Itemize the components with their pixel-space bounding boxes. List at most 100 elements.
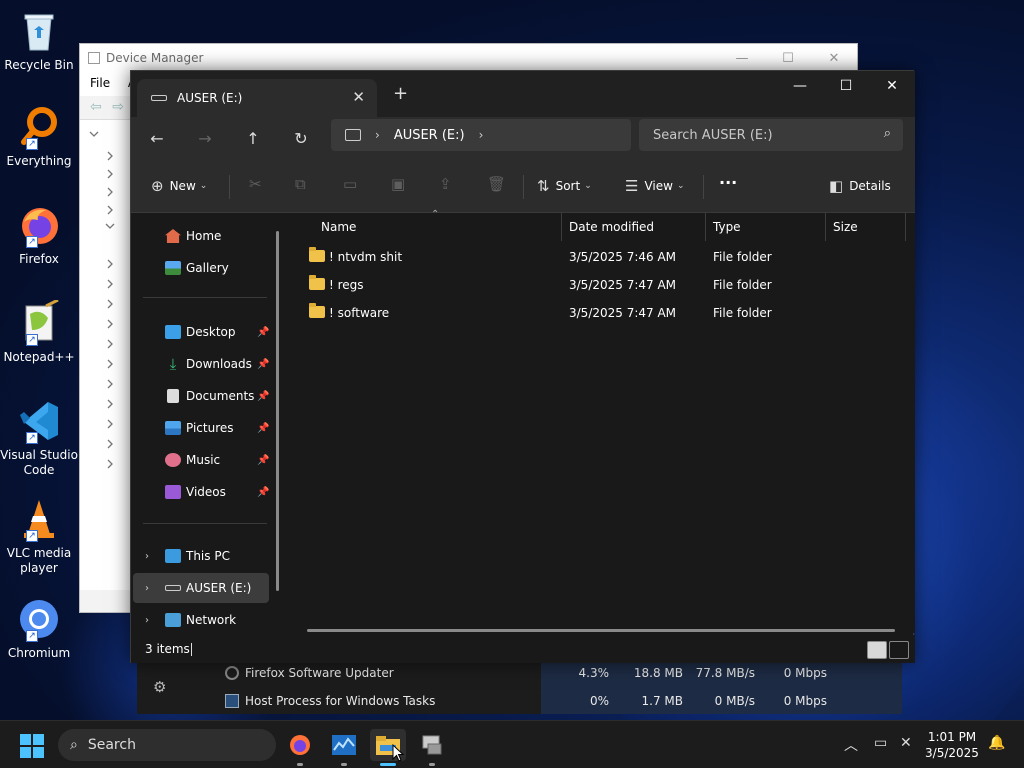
nav-item-gallery[interactable]: Gallery bbox=[133, 253, 269, 283]
device-manager-titlebar[interactable]: Device Manager — ☐ ✕ bbox=[80, 44, 857, 72]
process-row[interactable]: Firefox Software Updater 4.3% 18.8 MB 77… bbox=[137, 660, 902, 686]
file-explorer-window[interactable]: AUSER (E:) ✕ + — ☐ ✕ ← → ↑ ↻ › AUSER (E:… bbox=[130, 70, 915, 663]
maximize-button[interactable]: ☐ bbox=[823, 71, 869, 101]
nav-item-documents[interactable]: Documents 📌 bbox=[133, 381, 269, 411]
pin-icon[interactable]: 📌 bbox=[257, 455, 269, 466]
address-bar[interactable]: › AUSER (E:) › bbox=[331, 119, 631, 151]
chevron-right-icon[interactable]: › bbox=[145, 615, 149, 626]
gallery-icon bbox=[165, 261, 181, 275]
nav-item-desktop[interactable]: Desktop 📌 bbox=[133, 317, 269, 347]
column-header-type[interactable]: Type bbox=[713, 213, 741, 241]
new-tab-button[interactable]: + bbox=[393, 83, 408, 104]
desktop-icon-vscode[interactable]: ↗ Visual Studio Code bbox=[0, 398, 78, 478]
back-button[interactable]: ← bbox=[147, 129, 167, 148]
taskbar-app-firefox[interactable] bbox=[282, 729, 318, 766]
file-row[interactable]: ! regs 3/5/2025 7:47 AM File folder bbox=[289, 271, 915, 299]
menu-file[interactable]: File bbox=[90, 76, 110, 90]
search-input[interactable]: Search AUSER (E:) ⌕ bbox=[639, 119, 903, 151]
horizontal-scrollbar[interactable] bbox=[307, 629, 895, 632]
paste-icon[interactable]: ▭ bbox=[343, 175, 357, 193]
process-row[interactable]: Host Process for Windows Tasks 0% 1.7 MB… bbox=[137, 688, 902, 714]
notification-bell-icon[interactable]: 🔔 bbox=[988, 735, 1005, 751]
desktop-icon-firefox[interactable]: ↗ Firefox bbox=[0, 202, 78, 267]
chevron-right-icon[interactable]: › bbox=[479, 128, 484, 142]
start-button[interactable] bbox=[20, 734, 44, 758]
new-button[interactable]: ⊕ New ⌄ bbox=[151, 177, 207, 195]
desktop-icon-vlc[interactable]: ↗ VLC media player bbox=[0, 496, 78, 576]
details-pane-button[interactable]: ◧ Details bbox=[829, 177, 891, 195]
up-button[interactable]: ↑ bbox=[243, 129, 263, 148]
nav-item-pictures[interactable]: Pictures 📌 bbox=[133, 413, 269, 443]
network-status-icon[interactable]: ▭ bbox=[874, 735, 887, 751]
more-options-button[interactable]: ··· bbox=[719, 173, 737, 192]
nav-item-drive-e[interactable]: › AUSER (E:) bbox=[133, 573, 269, 603]
pin-icon[interactable]: 📌 bbox=[257, 327, 269, 338]
nav-item-videos[interactable]: Videos 📌 bbox=[133, 477, 269, 507]
folder-icon bbox=[309, 247, 325, 262]
close-icon[interactable]: ✕ bbox=[811, 44, 857, 72]
nav-label: This PC bbox=[186, 549, 230, 563]
delete-icon[interactable]: 🗑 bbox=[487, 175, 506, 193]
chevron-right-icon[interactable]: › bbox=[375, 128, 380, 142]
back-arrow-icon[interactable]: ⇦ bbox=[90, 99, 102, 115]
nav-scrollbar[interactable] bbox=[276, 231, 279, 591]
address-path[interactable]: AUSER (E:) bbox=[394, 128, 465, 143]
column-divider[interactable] bbox=[561, 213, 562, 241]
copy-icon[interactable]: ⧉ bbox=[295, 175, 306, 193]
task-manager-window[interactable]: ⚙ Firefox Software Updater 4.3% 18.8 MB … bbox=[137, 660, 902, 714]
desktop-icon-chromium[interactable]: ↗ Chromium bbox=[0, 596, 78, 661]
taskbar-app-task-manager[interactable] bbox=[326, 729, 362, 766]
minimize-icon[interactable]: — bbox=[719, 44, 765, 72]
forward-button[interactable]: → bbox=[195, 129, 215, 148]
refresh-button[interactable]: ↻ bbox=[291, 129, 311, 148]
maximize-icon[interactable]: ☐ bbox=[765, 44, 811, 72]
column-divider[interactable] bbox=[825, 213, 826, 241]
column-divider[interactable] bbox=[905, 213, 906, 241]
chevron-right-icon[interactable]: › bbox=[145, 551, 149, 562]
pin-icon[interactable]: 📌 bbox=[257, 487, 269, 498]
desktop-icon-notepadpp[interactable]: ↗ Notepad++ bbox=[0, 298, 78, 365]
sort-button[interactable]: ⇅ Sort ⌄ bbox=[537, 177, 592, 195]
volume-muted-icon[interactable]: ✕ bbox=[900, 735, 912, 751]
desktop-icon-everything[interactable]: ↗ Everything bbox=[0, 104, 78, 169]
status-bar: 3 items bbox=[131, 635, 915, 663]
system-clock[interactable]: 1:01 PM 3/5/2025 bbox=[920, 729, 984, 761]
tiles-view-icon[interactable] bbox=[889, 641, 909, 659]
desktop-icon-recycle-bin[interactable]: Recycle Bin bbox=[0, 8, 78, 73]
nav-item-this-pc[interactable]: › This PC bbox=[133, 541, 269, 571]
column-header-date[interactable]: Date modified bbox=[569, 213, 654, 241]
explorer-tab[interactable]: AUSER (E:) ✕ bbox=[137, 79, 377, 117]
column-header-name[interactable]: Name bbox=[321, 213, 356, 241]
share-icon[interactable]: ⇪ bbox=[439, 175, 452, 193]
minimize-button[interactable]: — bbox=[777, 71, 823, 101]
pin-icon[interactable]: 📌 bbox=[257, 391, 269, 402]
pin-icon[interactable]: 📌 bbox=[257, 359, 269, 370]
column-header-size[interactable]: Size bbox=[833, 213, 858, 241]
close-button[interactable]: ✕ bbox=[869, 71, 915, 101]
nav-item-network[interactable]: › Network bbox=[133, 605, 269, 635]
view-button[interactable]: ☰ View ⌄ bbox=[625, 177, 684, 195]
music-icon bbox=[165, 453, 181, 467]
file-row[interactable]: ! software 3/5/2025 7:47 AM File folder bbox=[289, 299, 915, 327]
details-view-icon[interactable] bbox=[867, 641, 887, 659]
shortcut-arrow-icon: ↗ bbox=[26, 530, 38, 542]
rename-icon[interactable]: ▣ bbox=[391, 175, 405, 193]
show-hidden-icons-chevron-icon[interactable]: ︿ bbox=[844, 735, 858, 755]
cut-icon[interactable]: ✂ bbox=[249, 175, 262, 193]
forward-arrow-icon[interactable]: ⇨ bbox=[112, 99, 124, 115]
nav-item-music[interactable]: Music 📌 bbox=[133, 445, 269, 475]
chromium-icon: ↗ bbox=[16, 596, 62, 642]
chevron-down-icon: ⌄ bbox=[584, 181, 592, 191]
close-tab-icon[interactable]: ✕ bbox=[352, 88, 365, 106]
file-date: 3/5/2025 7:46 AM bbox=[569, 250, 677, 264]
taskbar-app-device-manager[interactable] bbox=[414, 729, 450, 766]
device-manager-title: Device Manager bbox=[106, 51, 204, 65]
pin-icon[interactable]: 📌 bbox=[257, 423, 269, 434]
nav-item-home[interactable]: Home bbox=[133, 221, 269, 251]
file-row[interactable]: ! ntvdm shit 3/5/2025 7:46 AM File folde… bbox=[289, 243, 915, 271]
taskbar-search[interactable]: ⌕ Search bbox=[58, 729, 276, 761]
column-divider[interactable] bbox=[705, 213, 706, 241]
chevron-right-icon[interactable]: › bbox=[145, 583, 149, 594]
taskbar: ⌕ Search ︿ ▭ ✕ 1:01 PM 3/5/2025 🔔 bbox=[0, 720, 1024, 768]
nav-item-downloads[interactable]: ⤓ Downloads 📌 bbox=[133, 349, 270, 379]
